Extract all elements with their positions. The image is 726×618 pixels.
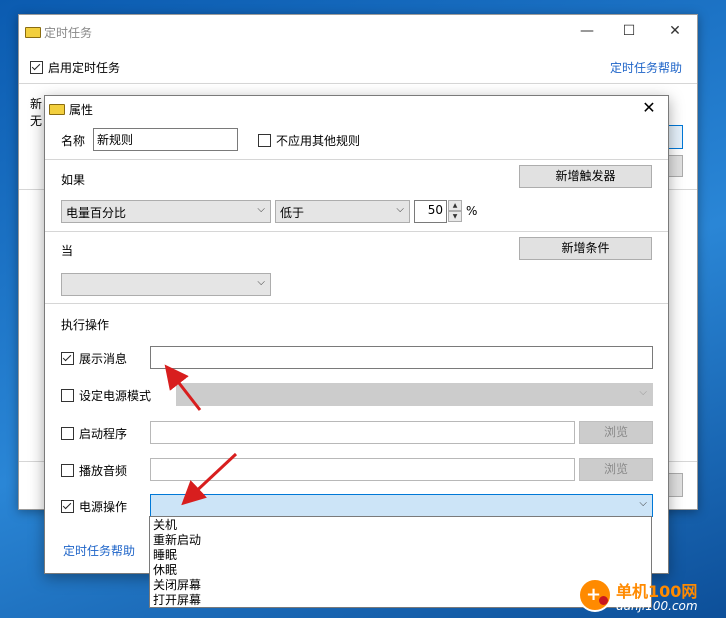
rule-list-text: 无 [30,114,43,128]
start-program-label: 启动程序 [79,427,128,441]
threshold-input[interactable]: 50 [414,200,447,223]
power-mode-select: ⌵ [176,383,653,406]
chevron-down-icon: ⌵ [257,204,265,215]
set-power-mode-option[interactable]: 设定电源模式 [61,387,151,404]
comparison-select[interactable]: 低于 ⌵ [275,200,410,223]
if-label: 如果 [61,173,86,187]
trigger-type-value: 电量百分比 [66,206,127,220]
percent-sign: % [466,204,478,218]
condition-select[interactable]: ⌵ [61,273,271,296]
option-shutdown[interactable]: 关机 [153,518,177,532]
no-other-rules-checkbox[interactable] [258,134,271,147]
add-condition-button[interactable]: 新增条件 [519,237,652,260]
trigger-type-select[interactable]: 电量百分比 ⌵ [61,200,271,223]
set-power-mode-checkbox[interactable] [61,389,74,402]
add-trigger-button[interactable]: 新增触发器 [519,165,652,188]
audio-path-input [150,458,575,481]
comparison-value: 低于 [280,206,305,220]
browse-program-button: 浏览 [579,421,653,444]
option-sleep[interactable]: 睡眠 [153,548,177,562]
minimize-button[interactable]: — [567,19,607,43]
show-message-option[interactable]: 展示消息 [61,350,127,367]
enable-checkbox[interactable] [30,61,43,74]
chevron-down-icon: ⌵ [639,498,647,509]
when-label: 当 [61,244,74,258]
maximize-button[interactable]: ☐ [609,19,649,43]
divider [45,231,668,232]
no-other-rules-option[interactable]: 不应用其他规则 [258,132,360,149]
power-action-dropdown: 关机 重新启动 睡眠 休眠 关闭屏幕 打开屏幕 [149,516,652,608]
option-screen-on[interactable]: 打开屏幕 [153,593,201,607]
set-power-mode-label: 设定电源模式 [79,389,152,403]
power-action-label: 电源操作 [79,500,128,514]
power-action-select[interactable]: ⌵ [150,494,653,517]
program-path-input [150,421,575,444]
enable-label: 启用定时任务 [48,61,121,75]
app-battery-icon [25,27,41,38]
window-title: 定时任务 [44,26,93,40]
spin-up-icon[interactable]: ▲ [448,200,462,211]
dialog-title: 属性 [69,103,94,117]
properties-dialog: 属性 ✕ 名称 新规则 不应用其他规则 如果 新增触发器 电量百分比 ⌵ 低于 … [44,95,669,574]
watermark-logo-icon: + [578,578,612,612]
message-input[interactable] [150,346,653,369]
name-input[interactable]: 新规则 [93,128,238,151]
title-bar: 定时任务 — ☐ ✕ [19,15,697,47]
power-action-option[interactable]: 电源操作 [61,498,127,515]
play-audio-checkbox[interactable] [61,464,74,477]
help-link[interactable]: 定时任务帮助 [610,59,682,76]
play-audio-label: 播放音频 [79,464,128,478]
chevron-down-icon: ⌵ [396,204,404,215]
chevron-down-icon: ⌵ [257,277,265,288]
divider [45,159,668,160]
show-message-checkbox[interactable] [61,352,74,365]
dialog-close-button[interactable]: ✕ [638,98,660,117]
threshold-spinner[interactable]: ▲ ▼ [448,200,462,222]
show-message-label: 展示消息 [79,352,128,366]
name-label: 名称 [61,134,86,148]
start-program-checkbox[interactable] [61,427,74,440]
watermark: + 单机100网 danji100.com [578,576,726,618]
browse-audio-button: 浏览 [579,458,653,481]
rule-list-text: 新 [30,97,43,111]
spin-down-icon[interactable]: ▼ [448,211,462,222]
chevron-down-icon: ⌵ [639,387,647,398]
dialog-battery-icon [49,104,65,115]
actions-label: 执行操作 [61,318,110,332]
start-program-option[interactable]: 启动程序 [61,425,127,442]
option-hibernate[interactable]: 休眠 [153,563,177,577]
play-audio-option[interactable]: 播放音频 [61,462,127,479]
no-other-rules-label: 不应用其他规则 [276,134,361,148]
option-screen-off[interactable]: 关闭屏幕 [153,578,201,592]
divider [19,83,697,84]
watermark-url: danji100.com [616,599,698,613]
divider [45,303,668,304]
enable-scheduled-tasks[interactable]: 启用定时任务 [30,59,120,76]
power-action-checkbox[interactable] [61,500,74,513]
option-restart[interactable]: 重新启动 [153,533,201,547]
close-button[interactable]: ✕ [655,19,695,43]
dialog-help-link[interactable]: 定时任务帮助 [63,542,135,559]
